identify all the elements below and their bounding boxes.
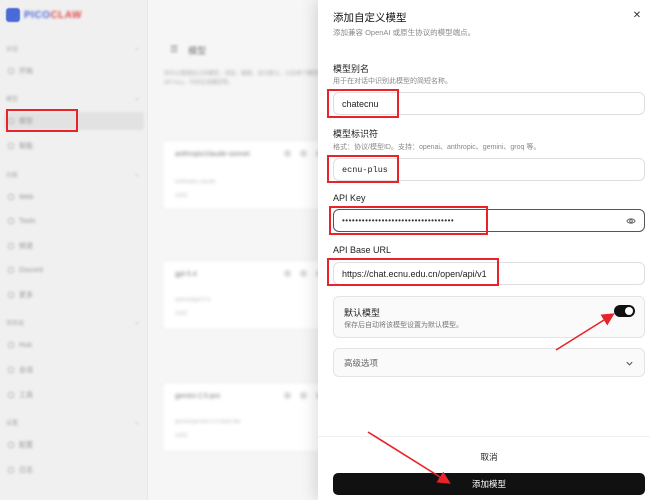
model-card-tag: 1920 [175, 311, 188, 317]
alias-label: 模型别名 [333, 64, 370, 74]
sidebar-item-discord[interactable]: Discord [4, 261, 144, 279]
chevron-down-icon[interactable]: ⌄ [134, 318, 140, 326]
sidebar-item-tools-2[interactable]: 工具 [4, 386, 144, 404]
model-card-name: gpt-5.4 [175, 271, 197, 278]
default-model-description: 保存后自动将该模型设置为默认模型。 [344, 322, 463, 329]
chevron-down-icon[interactable]: ⌄ [134, 44, 140, 52]
toggle-knob [625, 307, 633, 315]
identifier-hint: 格式：协议/模型ID。支持：openai、anthropic、gemini、gr… [333, 144, 541, 151]
app-logo: PICOCLAW [6, 8, 82, 22]
menu-icon[interactable]: ☰ [170, 44, 178, 57]
annotation-highlight-box [6, 109, 78, 132]
model-card-tag: 1920 [175, 433, 188, 439]
model-card-subtitle: gemini/gemini-2.5-flash-lite [175, 419, 241, 425]
sidebar-item-logs[interactable]: 日志 [4, 461, 144, 479]
annotation-highlight-box [327, 155, 399, 183]
page-description: 你可以管理自己的模型，添加、编辑、设为默认，以及单个模型的 API Key、代码… [164, 71, 324, 86]
discord-icon [8, 267, 14, 273]
sidebar-item-hub[interactable]: Hub [4, 336, 144, 354]
annotation-highlight-box [327, 89, 399, 118]
agent-icon [8, 143, 14, 149]
close-icon[interactable]: ✕ [630, 8, 644, 22]
model-card-subtitle: anthropic-claude [175, 179, 216, 185]
identifier-label: 模型标识符 [333, 129, 379, 139]
sidebar-group-label: 项目组 [6, 321, 25, 327]
edit-icon[interactable] [300, 392, 307, 399]
star-icon[interactable] [284, 270, 291, 277]
footer-divider [318, 436, 650, 437]
model-card-tag: 1920 [175, 193, 188, 199]
sidebar-group-label: 对话 [6, 47, 19, 53]
default-model-card: 默认模型 保存后自动将该模型设置为默认模型。 [333, 296, 645, 338]
star-icon[interactable] [284, 150, 291, 157]
model-card-subtitle: openai/gpt-5.4 [175, 297, 211, 303]
sidebar-item-web[interactable]: Web [4, 188, 144, 206]
default-model-toggle[interactable] [614, 305, 635, 317]
api-base-url-label: API Base URL [333, 245, 392, 255]
sidebar-item-channels[interactable]: 频道 [4, 237, 144, 255]
model-card[interactable]: gpt-5.4 openai/gpt-5.4 1920 [162, 260, 332, 330]
sidebar-item-tools[interactable]: Tools [4, 212, 144, 230]
channel-icon [8, 243, 14, 249]
logo-icon [6, 8, 20, 22]
default-model-title: 默认模型 [344, 308, 381, 318]
more-icon [8, 292, 14, 298]
sidebar-item-more[interactable]: 更多 [4, 286, 144, 304]
model-card[interactable]: gemini-2.5-pro gemini/gemini-2.5-flash-l… [162, 382, 332, 452]
drawer-subtitle: 添加兼容 OpenAI 或原生协议的模型端点。 [333, 28, 476, 37]
model-card-name: anthropic/claude-sonnet [175, 151, 250, 158]
drawer-title: 添加自定义模型 [333, 12, 407, 24]
model-card[interactable]: anthropic/claude-sonnet anthropic-claude… [162, 140, 332, 210]
sidebar-item-start[interactable]: 开始 [4, 62, 144, 80]
sidebar-item-config[interactable]: 配置 [4, 436, 144, 454]
home-icon [8, 68, 14, 74]
gear-icon [8, 442, 14, 448]
chevron-down-icon[interactable]: ⌄ [134, 418, 140, 426]
edit-icon[interactable] [300, 270, 307, 277]
annotation-highlight-box [327, 258, 499, 286]
annotation-highlight-box [329, 206, 488, 235]
web-icon [8, 194, 14, 200]
hub-icon [8, 342, 14, 348]
chevron-down-icon[interactable]: ⌄ [134, 170, 140, 178]
sidebar-group-label: 功能 [6, 173, 19, 179]
model-card-name: gemini-2.5-pro [175, 393, 221, 400]
cancel-button[interactable]: 取消 [333, 446, 645, 467]
advanced-options-toggle[interactable]: 高级选项 [333, 348, 645, 377]
add-model-button[interactable]: 添加模型 [333, 473, 645, 495]
alias-hint: 用于在对话中识别此模型的简短名称。 [333, 78, 452, 85]
tools-icon [8, 218, 14, 224]
sidebar-group-label: 设置 [6, 421, 19, 427]
logo-text: PICOCLAW [24, 9, 82, 21]
eye-icon[interactable] [626, 216, 636, 226]
chevron-down-icon [626, 361, 633, 366]
session-icon [8, 367, 14, 373]
sidebar-item-sessions[interactable]: 会话 [4, 361, 144, 379]
add-model-drawer: 添加自定义模型 添加兼容 OpenAI 或原生协议的模型端点。 ✕ 模型别名 用… [318, 0, 650, 500]
page-title: ☰ 模型 [170, 44, 207, 57]
wrench-icon [8, 392, 14, 398]
star-icon[interactable] [284, 392, 291, 399]
sidebar-group-label: 模型 [6, 97, 19, 103]
api-key-label: API Key [333, 193, 366, 203]
sidebar-item-agents[interactable]: 智能 [4, 137, 144, 155]
sidebar: PICOCLAW 对话 ⌄ 开始 模型 ⌄ 模型 智能 功能 ⌄ Web Too… [0, 0, 148, 500]
log-icon [8, 467, 14, 473]
edit-icon[interactable] [300, 150, 307, 157]
chevron-down-icon[interactable]: ⌄ [134, 94, 140, 102]
